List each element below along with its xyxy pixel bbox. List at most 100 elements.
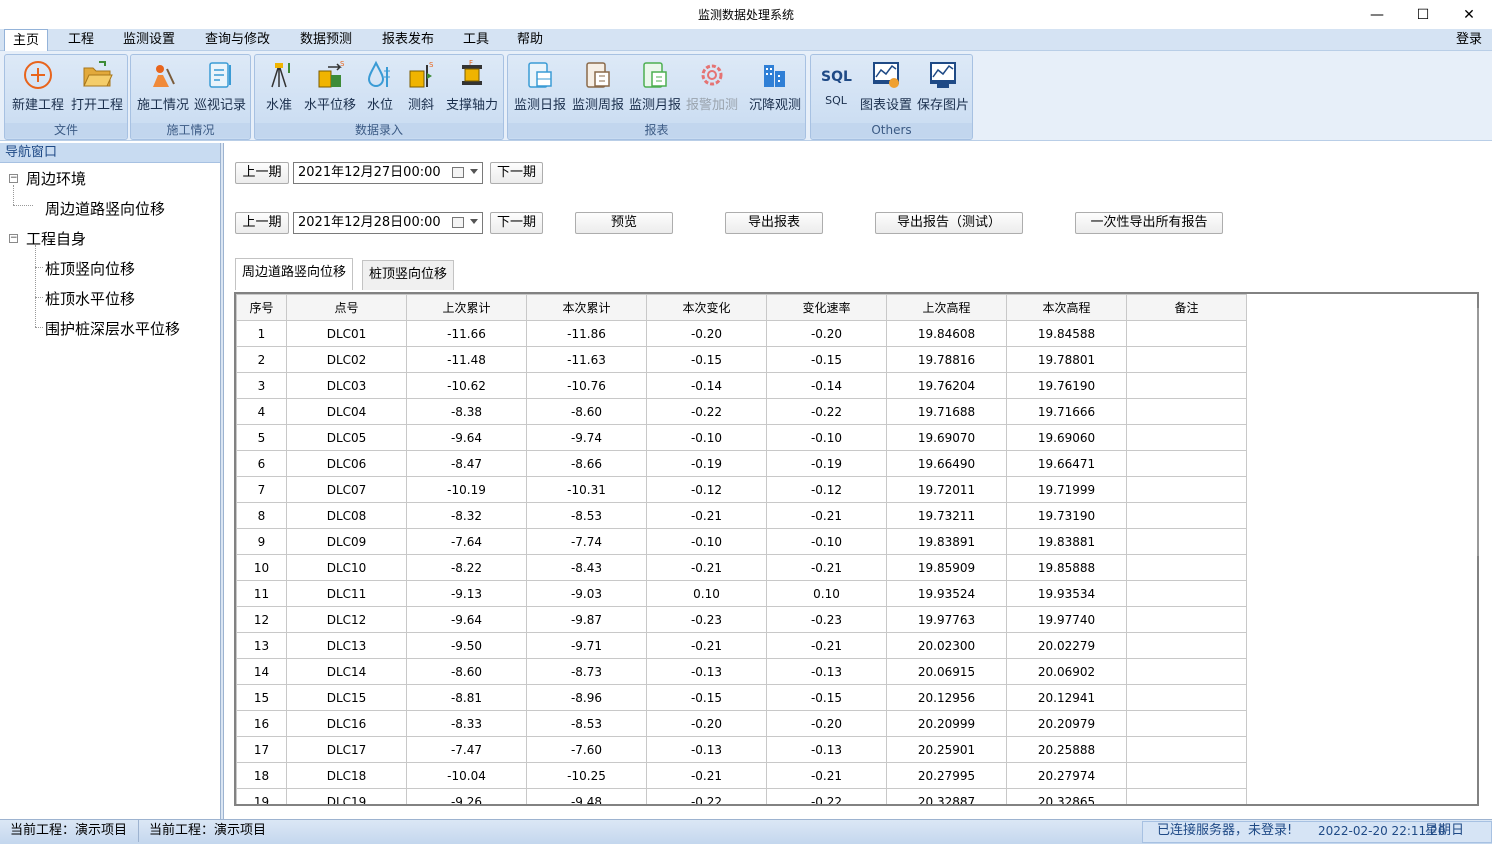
table-cell[interactable] [1126, 502, 1247, 529]
table-cell[interactable]: -0.15 [766, 684, 887, 711]
vertical-scrollbar[interactable] [1477, 308, 1479, 556]
horizontal-displacement-button[interactable]: S 水平位移 [301, 59, 359, 113]
table-cell[interactable]: 20.25901 [886, 736, 1007, 763]
table-cell[interactable] [1126, 710, 1247, 737]
column-header[interactable]: 备注 [1126, 294, 1247, 321]
table-cell[interactable]: -0.12 [646, 476, 767, 503]
table-cell[interactable]: 20.12956 [886, 684, 1007, 711]
menu-tools[interactable]: 工具 [455, 29, 497, 51]
table-cell[interactable]: 19.78816 [886, 346, 1007, 373]
table-cell[interactable]: 19.72011 [886, 476, 1007, 503]
table-cell[interactable]: 20.06915 [886, 658, 1007, 685]
table-cell[interactable] [1126, 346, 1247, 373]
table-cell[interactable]: -11.86 [526, 320, 647, 347]
table-cell[interactable]: -0.22 [766, 788, 887, 804]
table-cell[interactable]: -0.21 [766, 762, 887, 789]
table-cell[interactable]: 19.66471 [1006, 450, 1127, 477]
column-header[interactable]: 本次变化 [646, 294, 767, 321]
menu-report-publish[interactable]: 报表发布 [374, 29, 442, 51]
table-cell[interactable]: 13 [236, 632, 287, 659]
table-row[interactable]: 15 DLC15 -8.81 -8.96 -0.15 -0.15 20.12956 20.12… [236, 684, 1247, 711]
menu-project[interactable]: 工程 [60, 29, 102, 51]
export-report-button[interactable]: 导出报表 [725, 212, 823, 234]
table-cell[interactable]: -0.21 [646, 762, 767, 789]
table-cell[interactable]: -7.74 [526, 528, 647, 555]
table-cell[interactable]: -10.76 [526, 372, 647, 399]
table-cell[interactable] [1126, 450, 1247, 477]
table-cell[interactable] [1126, 580, 1247, 607]
table-cell[interactable]: 19.97763 [886, 606, 1007, 633]
table-cell[interactable]: 20.32887 [886, 788, 1007, 804]
support-axial-force-button[interactable]: F 支撑轴力 [443, 59, 501, 113]
maximize-button[interactable]: ☐ [1400, 0, 1446, 29]
table-cell[interactable]: -0.20 [766, 320, 887, 347]
table-cell[interactable]: -8.60 [406, 658, 527, 685]
table-cell[interactable] [1126, 658, 1247, 685]
table-cell[interactable]: 14 [236, 658, 287, 685]
table-cell[interactable]: -0.21 [646, 502, 767, 529]
table-cell[interactable]: 20.25888 [1006, 736, 1127, 763]
table-cell[interactable] [1126, 632, 1247, 659]
table-cell[interactable] [1126, 476, 1247, 503]
calendar-icon[interactable] [452, 217, 464, 228]
table-cell[interactable]: 19.73211 [886, 502, 1007, 529]
table-cell[interactable]: 19.83881 [1006, 528, 1127, 555]
table-cell[interactable]: DLC02 [286, 346, 407, 373]
chevron-down-icon[interactable] [470, 169, 478, 174]
table-cell[interactable]: -8.60 [526, 398, 647, 425]
table-cell[interactable]: 8 [236, 502, 287, 529]
table-cell[interactable] [1126, 684, 1247, 711]
table-cell[interactable]: -9.50 [406, 632, 527, 659]
table-cell[interactable]: -0.15 [646, 346, 767, 373]
table-row[interactable]: 9 DLC09 -7.64 -7.74 -0.10 -0.10 19.83891 19.838… [236, 528, 1247, 555]
table-cell[interactable]: -0.13 [646, 658, 767, 685]
table-row[interactable]: 7 DLC07 -10.19 -10.31 -0.12 -0.12 19.72011 19.7… [236, 476, 1247, 503]
table-cell[interactable]: 19.69070 [886, 424, 1007, 451]
table-cell[interactable]: -0.23 [766, 606, 887, 633]
table-cell[interactable]: -0.22 [766, 398, 887, 425]
table-cell[interactable]: -0.13 [766, 736, 887, 763]
export-document-test-button[interactable]: 导出报告（测试） [875, 212, 1023, 234]
open-project-button[interactable]: 打开工程 [67, 59, 127, 113]
sql-button[interactable]: SQL SQL [814, 59, 858, 111]
table-cell[interactable]: 12 [236, 606, 287, 633]
table-row[interactable]: 12 DLC12 -9.64 -9.87 -0.23 -0.23 19.97763 19.97… [236, 606, 1247, 633]
table-cell[interactable]: -0.10 [766, 424, 887, 451]
table-cell[interactable]: -0.20 [646, 710, 767, 737]
table-cell[interactable]: 20.20999 [886, 710, 1007, 737]
table-cell[interactable]: 20.27995 [886, 762, 1007, 789]
tree-node-pile-top-vertical[interactable]: 桩顶竖向位移 [45, 258, 135, 279]
table-cell[interactable]: -7.64 [406, 528, 527, 555]
export-all-reports-button[interactable]: 一次性导出所有报告 [1075, 212, 1223, 234]
table-cell[interactable]: -10.62 [406, 372, 527, 399]
table-cell[interactable]: 20.06902 [1006, 658, 1127, 685]
date-picker-current[interactable]: 2021年12月28日00:00 [293, 212, 483, 234]
table-cell[interactable] [1126, 372, 1247, 399]
table-cell[interactable]: 19.73190 [1006, 502, 1127, 529]
table-cell[interactable]: 19.83891 [886, 528, 1007, 555]
table-cell[interactable]: 6 [236, 450, 287, 477]
column-header[interactable]: 本次累计 [526, 294, 647, 321]
table-cell[interactable]: DLC16 [286, 710, 407, 737]
table-cell[interactable]: 20.02300 [886, 632, 1007, 659]
minimize-button[interactable]: — [1354, 0, 1400, 29]
menu-monitor-settings[interactable]: 监测设置 [115, 29, 183, 51]
table-row[interactable]: 18 DLC18 -10.04 -10.25 -0.21 -0.21 20.27995 20.… [236, 762, 1247, 789]
weekly-report-button[interactable]: 监测周报 [569, 59, 627, 113]
calendar-icon[interactable] [452, 167, 464, 178]
next-period-button-1[interactable]: 下一期 [490, 162, 543, 184]
table-cell[interactable]: -8.38 [406, 398, 527, 425]
table-cell[interactable]: -8.22 [406, 554, 527, 581]
login-link[interactable]: 登录 [1456, 29, 1482, 51]
tree-node-pile-top-horizontal[interactable]: 桩顶水平位移 [45, 288, 135, 309]
table-cell[interactable]: 18 [236, 762, 287, 789]
menu-query-edit[interactable]: 查询与修改 [197, 29, 278, 51]
column-header[interactable]: 序号 [236, 294, 287, 321]
table-cell[interactable]: 1 [236, 320, 287, 347]
table-cell[interactable] [1126, 424, 1247, 451]
table-cell[interactable]: -11.66 [406, 320, 527, 347]
table-cell[interactable]: 9 [236, 528, 287, 555]
table-cell[interactable]: -10.04 [406, 762, 527, 789]
table-cell[interactable]: 11 [236, 580, 287, 607]
table-row[interactable]: 11 DLC11 -9.13 -9.03 0.10 0.10 19.93524 19.9353… [236, 580, 1247, 607]
